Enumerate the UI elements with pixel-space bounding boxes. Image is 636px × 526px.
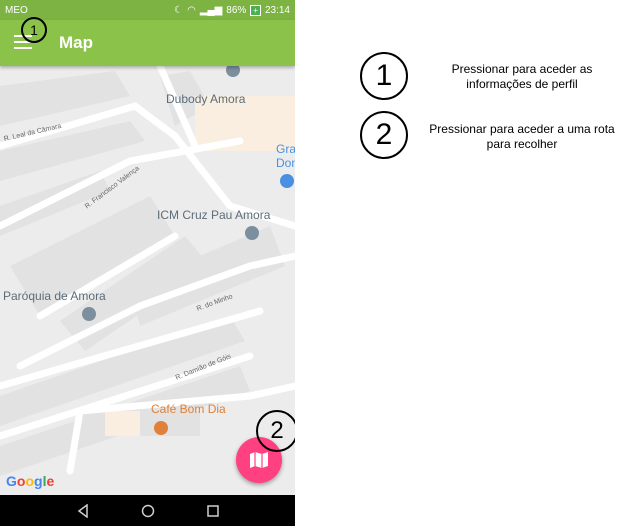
place-label-cafe: Café Bom Dia (151, 402, 226, 416)
place-label-dubody: Dubody Amora (166, 92, 246, 106)
google-letter: g (34, 473, 43, 489)
place-label-gran-2: Don (276, 156, 295, 170)
google-letter: e (46, 473, 55, 489)
home-icon[interactable] (141, 504, 155, 518)
map-icon (250, 452, 268, 468)
legend-text-1-line2: informações de perfil (466, 77, 578, 91)
callout-1: 1 (21, 17, 47, 43)
carrier-label: MEO (5, 4, 28, 16)
page-title: Map (59, 33, 93, 52)
google-letter: G (6, 473, 17, 489)
legend-number-1: 1 (360, 52, 408, 100)
moon-icon: ☾ (174, 4, 184, 16)
map-view[interactable]: Dubody Amora Gra Don ICM Cruz Pau Amora … (0, 62, 295, 495)
battery-percent: 86% (226, 4, 247, 16)
place-label-paroquia: Paróquia de Amora (3, 289, 106, 303)
place-label-gran: Gra (276, 142, 295, 156)
google-logo: Google (6, 473, 54, 489)
legend-text-1-line1: Pressionar para aceder as (451, 62, 593, 76)
google-letter: o (25, 473, 35, 489)
battery-icon: + (250, 4, 261, 16)
legend-text-1: Pressionar para aceder as informações de… (412, 62, 632, 92)
signal-icon: ▂▄▆ (199, 4, 223, 16)
status-right: ☾ ◠ ▂▄▆ 86% + 23:14 (174, 4, 290, 16)
legend-number-2: 2 (360, 111, 408, 159)
phone-screen: Dubody Amora Gra Don ICM Cruz Pau Amora … (0, 0, 295, 526)
place-label-icm: ICM Cruz Pau Amora (157, 208, 271, 222)
nav-bar (0, 495, 295, 526)
clock: 23:14 (264, 4, 290, 16)
back-icon[interactable] (76, 503, 90, 518)
recents-icon[interactable] (206, 504, 220, 518)
wifi-icon: ◠ (187, 4, 196, 16)
legend-text-2: Pressionar para aceder a uma rota para r… (412, 122, 632, 152)
callout-2: 2 (256, 410, 295, 452)
legend-text-2-line1: Pressionar para aceder a uma rota (429, 122, 615, 136)
legend-text-2-line2: para recolher (486, 137, 558, 151)
status-bar: MEO ☾ ◠ ▂▄▆ 86% + 23:14 (0, 0, 295, 20)
